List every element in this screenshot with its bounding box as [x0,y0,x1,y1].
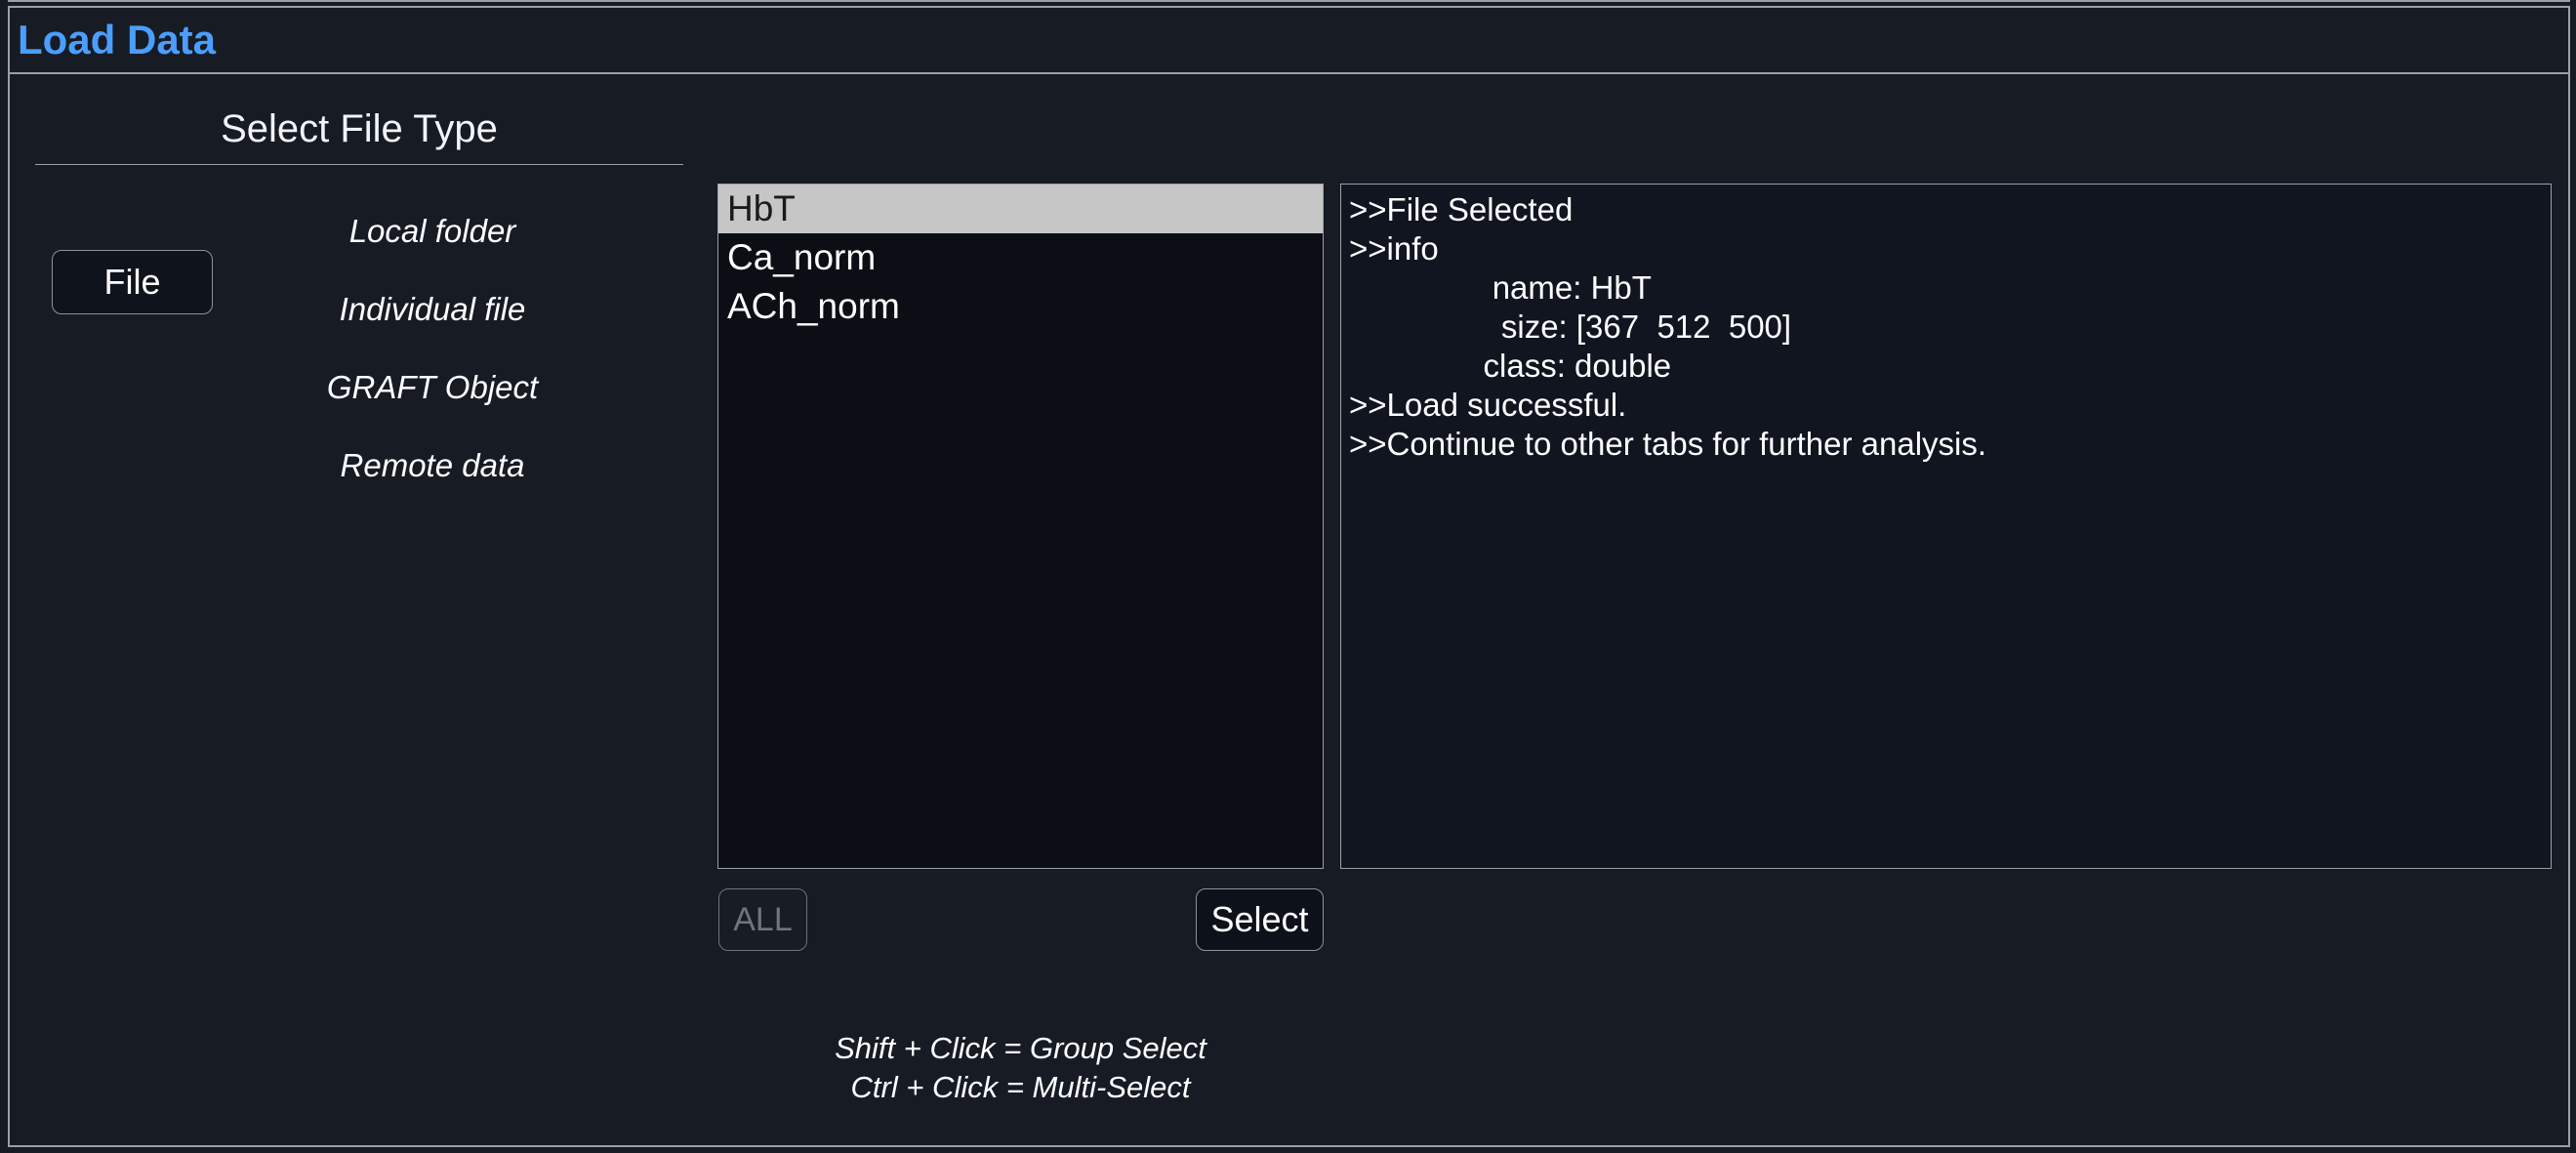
file-type-body: File Local folder Individual file GRAFT … [27,165,691,848]
log-line: name: HbT [1349,269,1652,306]
log-output-panel[interactable]: >>File Selected >>info name: HbT size: [… [1340,184,2552,869]
log-line: class: double [1349,348,1672,384]
log-line: >>File Selected [1349,191,1574,227]
file-type-option-list: Local folder Individual file GRAFT Objec… [203,192,662,505]
file-button[interactable]: File [52,250,213,314]
log-line: >>Continue to other tabs for further ana… [1349,426,1987,462]
log-output-content: >>File Selected >>info name: HbT size: [… [1341,185,2551,464]
list-item[interactable]: Ca_norm [718,233,1323,282]
list-item[interactable]: ACh_norm [718,282,1323,331]
file-type-option-graft-object[interactable]: GRAFT Object [203,349,662,427]
select-button[interactable]: Select [1196,888,1324,951]
file-type-option-remote-data[interactable]: Remote data [203,427,662,505]
file-type-option-individual-file[interactable]: Individual file [203,270,662,349]
listbox-action-row: ALL Select [717,888,1324,957]
hint-group-select: Shift + Click = Group Select [835,1031,1206,1065]
file-type-option-local-folder[interactable]: Local folder [203,192,662,270]
file-type-header: Select File Type [221,107,498,150]
log-line: >>Load successful. [1349,387,1627,423]
log-line: >>info [1349,230,1439,267]
log-line: size: [367 512 500] [1349,309,1792,345]
file-type-panel: Select File Type File Local folder Indiv… [27,92,691,1088]
list-item[interactable]: HbT [718,185,1323,233]
variable-selection-panel: HbT Ca_norm ACh_norm ALL Select Shift + … [717,74,1328,1147]
window-titlebar: Load Data [8,6,2570,74]
titlebar-top-rule [8,0,2570,2]
hint-multi-select: Ctrl + Click = Multi-Select [850,1070,1191,1104]
select-all-button[interactable]: ALL [718,888,807,951]
selection-hints: Shift + Click = Group Select Ctrl + Clic… [717,1029,1324,1107]
content-area: Select File Type File Local folder Indiv… [8,74,2570,1147]
page-title: Load Data [18,17,217,62]
variable-listbox[interactable]: HbT Ca_norm ACh_norm [717,184,1324,869]
load-data-window: Load Data Select File Type File Local fo… [0,0,2576,1153]
